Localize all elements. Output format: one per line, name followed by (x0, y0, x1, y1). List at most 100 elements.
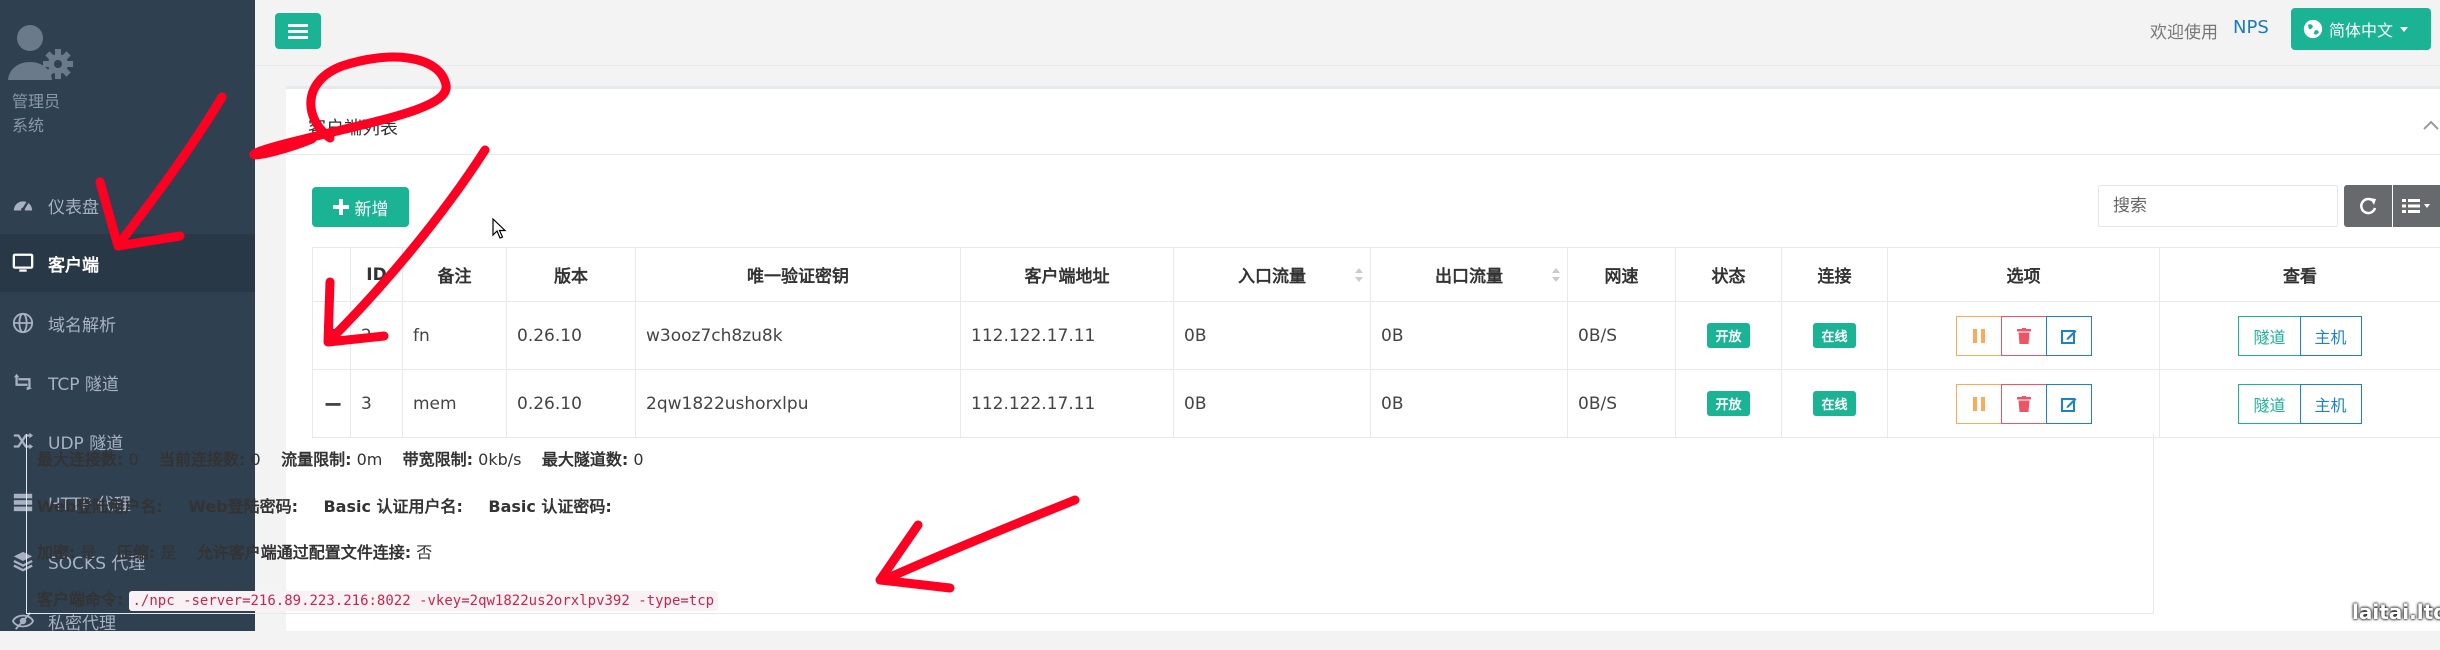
profile-role: 系统 (12, 112, 44, 136)
column-header-id[interactable]: ID (351, 248, 403, 302)
column-header-vkey[interactable]: 唯一验证密钥 (636, 248, 961, 302)
add-button-label: 新增 (355, 195, 389, 220)
columns-toggle-button[interactable] (2393, 185, 2440, 227)
sidebar-item-clients[interactable]: 客户端 (0, 234, 255, 292)
edit-icon (2061, 328, 2077, 344)
add-client-button[interactable]: 新增 (312, 187, 409, 227)
search-input[interactable] (2098, 185, 2338, 227)
retweet-icon (12, 371, 34, 393)
detail-label: 当前连接数: (159, 450, 245, 469)
dashboard-icon (12, 194, 34, 216)
cell-id: 3 (351, 370, 403, 438)
column-header-outflow[interactable]: 出口流量 (1371, 248, 1568, 302)
sort-icon (1354, 266, 1364, 284)
tunnel-button[interactable]: 隧道 (2238, 384, 2300, 424)
detail-label: Web登陆用户名: (37, 497, 163, 516)
pause-button[interactable] (1956, 316, 2002, 356)
column-header-outflow-label: 出口流量 (1435, 267, 1503, 287)
cell-speed: 0B/S (1568, 302, 1676, 370)
watermark: laitai.ltd (2352, 600, 2440, 624)
options-button-group (1956, 316, 2092, 356)
detail-label: 压缩: (117, 543, 155, 562)
detail-label: 加密: (37, 543, 75, 562)
cell-inflow: 0B (1174, 302, 1371, 370)
client-command[interactable]: ./npc -server=216.89.223.216:8022 -vkey=… (129, 591, 719, 611)
column-header-speed[interactable]: 网速 (1568, 248, 1676, 302)
panel-title: 客户端列表 (308, 114, 398, 140)
language-dropdown[interactable]: 简体中文 (2291, 8, 2431, 50)
nps-link[interactable]: NPS (2233, 17, 2269, 38)
cell-version: 0.26.10 (507, 302, 636, 370)
expand-row-button[interactable]: + (313, 302, 351, 370)
view-button-group: 隧道 主机 (2238, 384, 2361, 424)
refresh-button[interactable] (2344, 185, 2392, 227)
cell-vkey: 2qw1822ushorxlpu (636, 370, 961, 438)
profile-name: 管理员 (12, 88, 60, 112)
client-table: ID 备注 版本 唯一验证密钥 客户端地址 入口流量 出口流量 网速 状态 连接… (312, 247, 2440, 438)
detail-label: 允许客户端通过配置文件连接: (197, 543, 411, 562)
welcome-text: 欢迎使用 (2150, 18, 2218, 43)
detail-command: 客户端命令: ./npc -server=216.89.223.216:8022… (37, 586, 718, 610)
cell-outflow: 0B (1371, 370, 1568, 438)
edit-icon (2061, 396, 2077, 412)
detail-limits: 最大连接数: 0 当前连接数: 0 流量限制: 0m 带宽限制: 0kb/s 最… (37, 446, 644, 470)
column-header-connection[interactable]: 连接 (1782, 248, 1888, 302)
detail-value: 0 (129, 450, 139, 469)
trash-icon (2017, 396, 2031, 412)
sidebar-item-label: TCP 隧道 (48, 370, 119, 395)
pause-icon (1972, 328, 1986, 344)
detail-label: Basic 认证用户名: (323, 497, 462, 516)
cell-view: 隧道 主机 (2160, 370, 2440, 438)
menu-toggle-button[interactable] (275, 13, 321, 49)
host-button[interactable]: 主机 (2300, 316, 2362, 356)
connection-badge: 在线 (1813, 323, 1855, 348)
column-header-inflow[interactable]: 入口流量 (1174, 248, 1371, 302)
cell-remark: fn (403, 302, 507, 370)
language-label: 简体中文 (2329, 17, 2393, 41)
user-gear-icon (8, 22, 78, 82)
caret-down-icon (2399, 24, 2409, 34)
cell-connection: 在线 (1782, 370, 1888, 438)
column-header-status[interactable]: 状态 (1676, 248, 1782, 302)
detail-label: 带宽限制: (403, 450, 473, 469)
pause-button[interactable] (1956, 384, 2002, 424)
sidebar-item-domain[interactable]: 域名解析 (0, 294, 255, 352)
collapse-row-button[interactable]: − (313, 370, 351, 438)
command-label: 客户端命令: (37, 590, 123, 609)
cell-connection: 在线 (1782, 302, 1888, 370)
tunnel-button[interactable]: 隧道 (2238, 316, 2300, 356)
column-header-address[interactable]: 客户端地址 (961, 248, 1174, 302)
detail-label: Web登陆密码: (188, 497, 298, 516)
chevron-up-icon[interactable] (2421, 115, 2440, 135)
column-header-version[interactable]: 版本 (507, 248, 636, 302)
column-header-inflow-label: 入口流量 (1238, 267, 1306, 287)
cell-address: 112.122.17.11 (961, 302, 1174, 370)
cell-view: 隧道 主机 (2160, 302, 2440, 370)
detail-label: 流量限制: (281, 450, 351, 469)
detail-flags: 加密: 是 压缩: 是 允许客户端通过配置文件连接: 否 (37, 539, 432, 563)
column-header-remark[interactable]: 备注 (403, 248, 507, 302)
cell-status: 开放 (1676, 370, 1782, 438)
edit-button[interactable] (2046, 316, 2092, 356)
top-navbar: 欢迎使用 NPS 简体中文 (255, 0, 2440, 66)
table-row: − 3 mem 0.26.10 2qw1822ushorxlpu 112.122… (313, 370, 2440, 438)
refresh-icon (2358, 196, 2378, 216)
delete-button[interactable] (2001, 316, 2047, 356)
desktop-icon (12, 252, 34, 274)
sidebar-item-label: 仪表盘 (48, 193, 99, 218)
detail-value: 0 (251, 450, 261, 469)
view-button-group: 隧道 主机 (2238, 316, 2361, 356)
edit-button[interactable] (2046, 384, 2092, 424)
cell-vkey: w3ooz7ch8zu8k (636, 302, 961, 370)
delete-button[interactable] (2001, 384, 2047, 424)
column-header (313, 248, 351, 302)
host-button[interactable]: 主机 (2300, 384, 2362, 424)
table-row: + 2 fn 0.26.10 w3ooz7ch8zu8k 112.122.17.… (313, 302, 2440, 370)
detail-value: 0kb/s (478, 450, 521, 469)
sidebar-item-dashboard[interactable]: 仪表盘 (0, 176, 255, 234)
sidebar-item-tcp[interactable]: TCP 隧道 (0, 353, 255, 411)
detail-label: Basic 认证密码: (488, 497, 611, 516)
cell-id: 2 (351, 302, 403, 370)
table-header-row: ID 备注 版本 唯一验证密钥 客户端地址 入口流量 出口流量 网速 状态 连接… (313, 248, 2440, 302)
column-header-options: 选项 (1888, 248, 2160, 302)
